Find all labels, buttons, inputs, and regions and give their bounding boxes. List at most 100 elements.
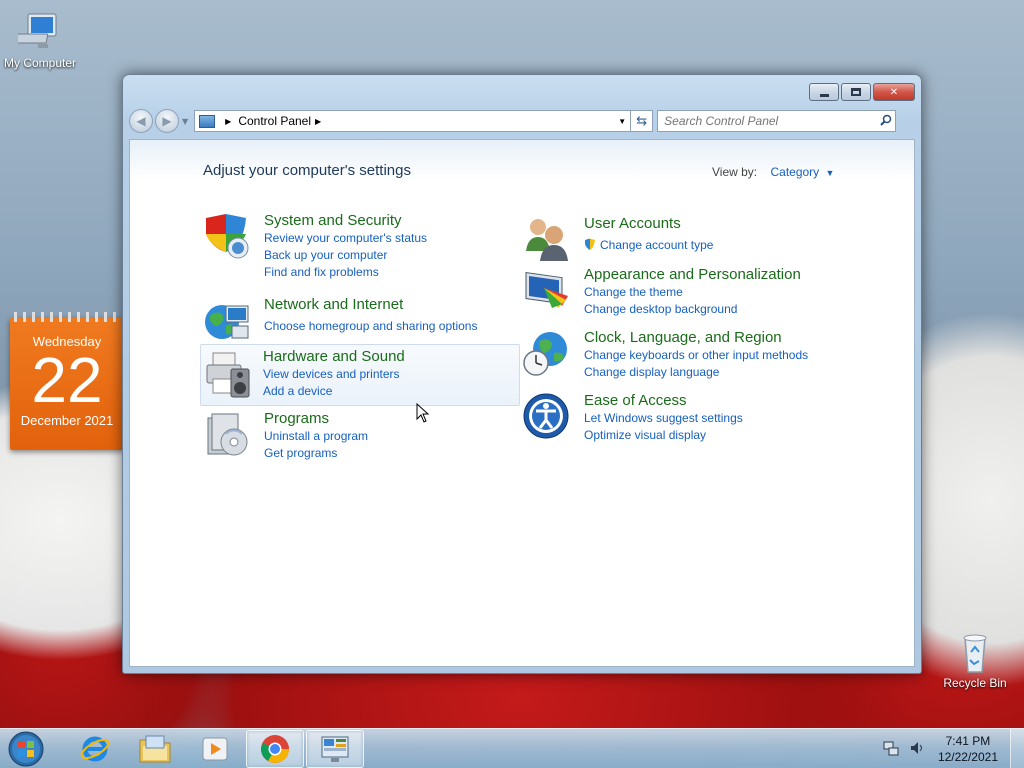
desktop-icon-recycle-bin[interactable]: Recycle Bin	[935, 630, 1015, 690]
taskbar-windows-explorer[interactable]	[126, 730, 184, 768]
category-link[interactable]: Change account type	[584, 237, 713, 254]
network-globe-icon	[202, 296, 252, 346]
breadcrumb-arrow-icon[interactable]: ▶	[315, 117, 321, 126]
close-button[interactable]: ✕	[873, 83, 915, 101]
page-title: Adjust your computer's settings	[203, 162, 411, 179]
window-controls: ✕	[809, 83, 915, 101]
category-link[interactable]: Let Windows suggest settings	[584, 410, 743, 427]
taskbar-control-panel[interactable]	[306, 729, 364, 768]
breadcrumb-control-panel[interactable]: Control Panel	[238, 114, 311, 128]
category-link[interactable]: Change display language	[584, 364, 808, 381]
taskbar: 7:41 PM 12/22/2021	[0, 728, 1024, 768]
clock[interactable]: 7:41 PM 12/22/2021	[938, 733, 998, 765]
category-system-and-security: System and Security Review your computer…	[202, 212, 520, 279]
category-title[interactable]: System and Security	[264, 212, 427, 230]
taskbar-media-player[interactable]	[186, 730, 244, 768]
category-user-accounts: User Accounts Change account type	[522, 215, 822, 261]
back-button[interactable]: ◀	[129, 109, 153, 133]
volume-icon[interactable]	[908, 740, 926, 758]
category-title[interactable]: User Accounts	[584, 215, 713, 233]
category-title[interactable]: Hardware and Sound	[263, 348, 405, 366]
category-title[interactable]: Ease of Access	[584, 392, 743, 410]
show-desktop-button[interactable]	[1010, 729, 1024, 768]
category-title[interactable]: Clock, Language, and Region	[584, 329, 808, 347]
search-icon[interactable]	[877, 114, 895, 129]
ease-of-access-icon	[522, 392, 572, 442]
chevron-down-icon[interactable]: ▼	[826, 168, 835, 178]
category-link[interactable]: Review your computer's status	[264, 230, 427, 247]
view-by-label: View by:	[712, 165, 758, 179]
desktop-icon-label: My Computer	[3, 56, 77, 70]
system-tray: 7:41 PM 12/22/2021	[878, 729, 1024, 768]
forward-button[interactable]: ▶	[155, 109, 179, 133]
category-text: Programs Uninstall a program Get program…	[264, 410, 368, 462]
address-bar[interactable]: ▶ Control Panel ▶ ▼	[194, 110, 632, 132]
users-icon	[522, 215, 572, 265]
category-link[interactable]: Change desktop background	[584, 301, 801, 318]
category-text: Hardware and Sound View devices and prin…	[263, 348, 405, 400]
calendar-gadget[interactable]: Wednesday 22 December 2021	[10, 312, 124, 450]
category-link[interactable]: Choose homegroup and sharing options	[264, 318, 477, 335]
navigation-bar: ◀ ▶ ▼ ▶ Control Panel ▶ ▼ ⇆	[129, 107, 915, 135]
close-icon: ✕	[889, 86, 899, 98]
category-text: Appearance and Personalization Change th…	[584, 266, 801, 318]
calendar-day-number: 22	[31, 344, 103, 416]
category-ease-of-access: Ease of Access Let Windows suggest setti…	[522, 392, 822, 444]
view-by: View by: Category ▼	[712, 165, 834, 179]
control-panel-icon	[199, 114, 216, 128]
category-link[interactable]: Add a device	[263, 383, 405, 400]
category-link[interactable]: Optimize visual display	[584, 427, 743, 444]
category-link[interactable]: View devices and printers	[263, 366, 405, 383]
programs-disc-icon	[202, 410, 252, 460]
folder-icon	[139, 735, 171, 762]
arrow-left-icon: ◀	[136, 114, 146, 128]
control-panel-window[interactable]: ✕ ◀ ▶ ▼ ▶ Control Panel ▶ ▼ ⇆ Adjust you…	[122, 74, 922, 674]
minimize-button[interactable]	[809, 83, 839, 101]
category-text: User Accounts Change account type	[584, 215, 713, 254]
uac-shield-icon	[585, 238, 595, 250]
category-link[interactable]: Change keyboards or other input methods	[584, 347, 808, 364]
category-link-label: Change account type	[600, 238, 714, 252]
arrow-right-icon: ▶	[162, 114, 172, 128]
search-input[interactable]	[664, 114, 878, 128]
category-title[interactable]: Network and Internet	[264, 296, 477, 314]
taskbar-chrome[interactable]	[246, 729, 304, 768]
category-text: Clock, Language, and Region Change keybo…	[584, 329, 808, 381]
category-text: System and Security Review your computer…	[264, 212, 427, 281]
category-network-and-internet: Network and Internet Choose homegroup an…	[202, 296, 520, 340]
control-panel-icon	[321, 736, 349, 762]
category-link[interactable]: Back up your computer	[264, 247, 427, 264]
maximize-button[interactable]	[841, 83, 871, 101]
category-programs: Programs Uninstall a program Get program…	[202, 410, 520, 468]
calendar-month-year: December 2021	[20, 413, 114, 428]
category-link[interactable]: Uninstall a program	[264, 428, 368, 445]
clock-date: 12/22/2021	[937, 750, 998, 764]
desktop-icon-label: Recycle Bin	[943, 676, 1007, 690]
address-dropdown-icon[interactable]: ▼	[614, 117, 630, 126]
category-hardware-and-sound: Hardware and Sound View devices and prin…	[200, 344, 520, 406]
desktop-icon-my-computer[interactable]: My Computer	[0, 10, 80, 70]
shield-icon	[202, 212, 252, 262]
computer-icon	[15, 10, 62, 54]
view-by-dropdown[interactable]: Category	[770, 165, 819, 179]
recent-pages-dropdown[interactable]: ▼	[182, 117, 188, 126]
category-title[interactable]: Programs	[264, 410, 368, 428]
category-link[interactable]: Change the theme	[584, 284, 801, 301]
search-box[interactable]	[657, 110, 897, 132]
minimize-icon	[819, 93, 829, 97]
breadcrumb-arrow-icon[interactable]: ▶	[225, 117, 231, 126]
refresh-icon: ⇆	[636, 113, 648, 129]
category-text: Ease of Access Let Windows suggest setti…	[584, 392, 743, 444]
internet-explorer-icon	[80, 736, 110, 761]
refresh-button[interactable]: ⇆	[631, 110, 654, 132]
start-button[interactable]	[6, 729, 46, 768]
mouse-cursor-icon	[416, 403, 430, 423]
maximize-icon	[851, 88, 861, 96]
content-area: Adjust your computer's settings View by:…	[129, 139, 915, 667]
windows-orb-icon	[8, 731, 44, 766]
taskbar-internet-explorer[interactable]	[66, 730, 124, 768]
category-link[interactable]: Find and fix problems	[264, 264, 427, 281]
category-link[interactable]: Get programs	[264, 445, 368, 462]
network-icon[interactable]	[882, 740, 900, 758]
category-title[interactable]: Appearance and Personalization	[584, 266, 801, 284]
